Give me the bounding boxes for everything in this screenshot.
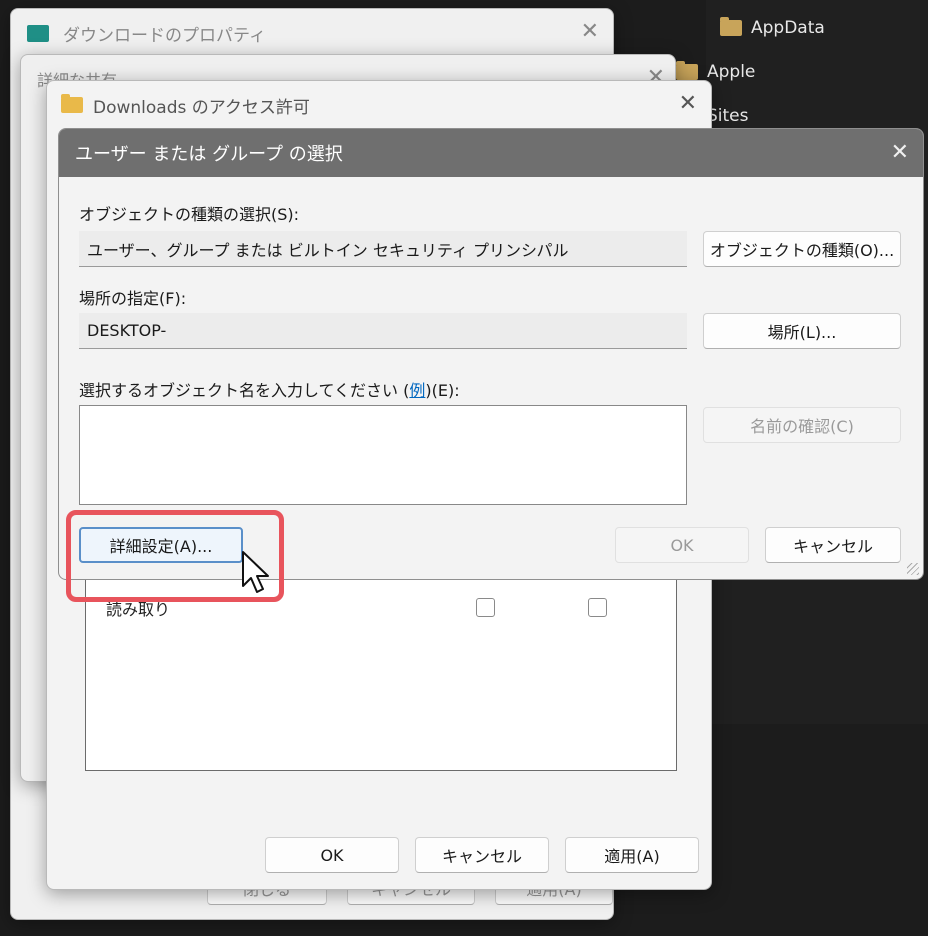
properties-title-bar: ダウンロードのプロパティ [11, 9, 613, 57]
allow-checkbox[interactable] [476, 598, 495, 617]
select-users-dialog: ユーザー または グループ の選択 ✕ オブジェクトの種類の選択(S): ユーザ… [58, 128, 924, 580]
object-type-label: オブジェクトの種類の選択(S): [79, 205, 300, 224]
permission-label: 読み取り [106, 600, 171, 619]
cancel-button[interactable]: キャンセル [765, 527, 901, 563]
explorer-item-label: Apple [707, 62, 756, 82]
properties-title: ダウンロードのプロパティ [63, 25, 266, 46]
dialog-title: ユーザー または グループ の選択 [75, 144, 343, 165]
ok-button[interactable]: OK [265, 837, 399, 873]
deny-checkbox[interactable] [588, 598, 607, 617]
enter-names-label: 選択するオブジェクト名を入力してください (例)(E): [79, 377, 460, 401]
folder-icon [720, 17, 742, 36]
object-types-button[interactable]: オブジェクトの種類(O)... [703, 231, 901, 267]
check-names-button[interactable]: 名前の確認(C) [703, 407, 901, 443]
locations-button[interactable]: 場所(L)... [703, 313, 901, 349]
permissions-list: 変更 読み取り [85, 551, 677, 771]
explorer-item-appdata[interactable]: AppData [720, 14, 825, 42]
apply-button[interactable]: 適用(A) [565, 837, 699, 873]
explorer-item-label: AppData [751, 18, 825, 38]
dialog-title-bar: ユーザー または グループ の選択 [59, 129, 923, 177]
folder-icon [676, 61, 698, 80]
location-field: DESKTOP- [79, 313, 687, 349]
close-icon[interactable]: ✕ [891, 142, 909, 164]
location-label: 場所の指定(F): [79, 289, 187, 308]
folder-icon [61, 94, 83, 113]
folder-download-icon [27, 24, 49, 42]
advanced-button[interactable]: 詳細設定(A)... [79, 527, 243, 563]
examples-link[interactable]: 例 [409, 381, 425, 400]
explorer-item-label: Sites [707, 106, 749, 126]
enter-names-label-text: 選択するオブジェクト名を入力してください ( [79, 381, 410, 400]
close-icon[interactable]: ✕ [679, 93, 697, 115]
permissions-title-bar: Downloads のアクセス許可 [47, 81, 711, 129]
resize-grip-icon[interactable] [907, 563, 919, 575]
enter-names-label-suffix: )(E): [425, 381, 460, 400]
object-names-input[interactable] [79, 405, 687, 505]
ok-button[interactable]: OK [615, 527, 749, 563]
permissions-title: Downloads のアクセス許可 [93, 97, 310, 118]
close-icon[interactable]: ✕ [581, 21, 599, 43]
cancel-button[interactable]: キャンセル [415, 837, 549, 873]
object-type-field: ユーザー、グループ または ビルトイン セキュリティ プリンシパル [79, 231, 687, 267]
mouse-cursor-icon [242, 551, 269, 593]
